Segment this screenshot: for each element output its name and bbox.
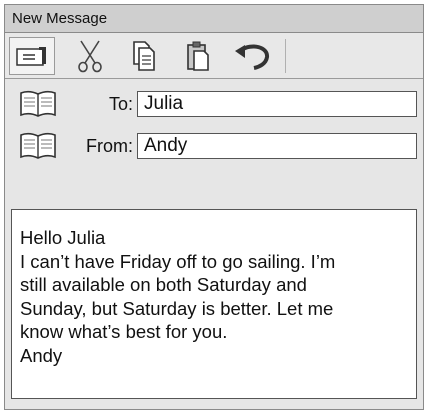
toolbar (5, 33, 423, 79)
copy-icon (133, 40, 155, 71)
undo-button[interactable] (225, 36, 279, 76)
from-row: From: Andy (5, 125, 423, 167)
new-message-window: New Message To: Julia From: Andy Hello J… (4, 4, 424, 410)
copy-button[interactable] (117, 36, 171, 76)
paste-icon (187, 41, 209, 71)
to-label: To: (108, 93, 133, 114)
message-body[interactable]: Hello Julia I can’t have Friday off to g… (11, 209, 417, 399)
send-icon (16, 46, 46, 66)
undo-icon (235, 44, 269, 70)
address-book-icon[interactable] (19, 131, 57, 161)
to-row: To: Julia (5, 83, 423, 125)
paste-button[interactable] (171, 36, 225, 76)
from-field[interactable]: Andy (137, 133, 417, 159)
toolbar-divider (285, 38, 286, 73)
window-titlebar: New Message (5, 5, 423, 33)
from-label: From: (86, 135, 133, 156)
address-book-icon[interactable] (19, 89, 57, 119)
window-title: New Message (12, 10, 108, 27)
to-field[interactable]: Julia (137, 91, 417, 117)
cut-button[interactable] (63, 36, 117, 76)
scissors-icon (78, 40, 102, 72)
message-header: To: Julia From: Andy (5, 79, 423, 167)
send-button[interactable] (9, 36, 55, 75)
